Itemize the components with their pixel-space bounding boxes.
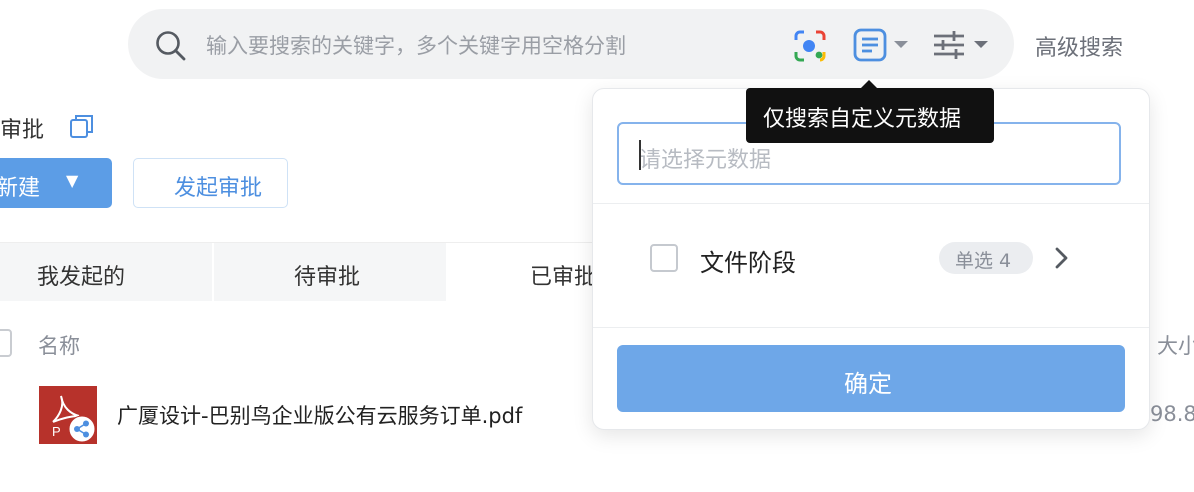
start-approval-label: 发起审批 <box>174 176 263 201</box>
file-stage-checkbox[interactable] <box>650 244 678 272</box>
image-search-icon[interactable] <box>792 28 828 64</box>
text-cursor <box>639 140 641 170</box>
divider <box>593 327 1149 328</box>
tab-initiated[interactable]: 我发起的 <box>0 243 212 301</box>
tooltip-text: 仅搜索自定义元数据 <box>763 107 962 132</box>
svg-text:P: P <box>52 424 61 439</box>
divider <box>593 203 1149 204</box>
pdf-file-icon: P <box>39 386 97 444</box>
new-button[interactable]: 新建 ▼ <box>0 158 112 208</box>
confirm-button[interactable]: 确定 <box>617 345 1125 412</box>
new-button-label: 新建 <box>0 176 41 201</box>
column-header-size[interactable]: 大小 <box>1157 330 1194 360</box>
search-icon <box>156 31 186 61</box>
tab-bar: 我发起的 待审批 已审批 <box>0 242 620 301</box>
tab-label: 已审批 <box>530 265 597 290</box>
advanced-search-link[interactable]: 高级搜索 <box>1035 30 1123 62</box>
start-approval-button[interactable]: 发起审批 <box>133 158 288 208</box>
file-stage-type-badge: 单选 4 <box>939 242 1033 274</box>
page-title: 审批 <box>0 118 45 143</box>
file-size: 98.8 <box>1150 402 1194 426</box>
search-input[interactable]: 输入要搜索的关键字，多个关键字用空格分割 <box>206 30 626 60</box>
filter-settings-icon[interactable] <box>932 27 992 63</box>
caret-down-icon: ▼ <box>66 171 79 190</box>
chevron-right-icon[interactable] <box>1053 246 1071 270</box>
copy-icon[interactable] <box>69 113 95 139</box>
file-name[interactable]: 广厦设计-巴别鸟企业版公有云服务订单.pdf <box>117 400 522 430</box>
column-header-name[interactable]: 名称 <box>38 330 80 360</box>
tab-label: 我发起的 <box>37 265 126 290</box>
tab-label: 待审批 <box>294 265 361 290</box>
badge-label: 单选 4 <box>955 250 1012 272</box>
file-stage-label[interactable]: 文件阶段 <box>700 243 796 278</box>
confirm-button-label: 确定 <box>844 370 892 398</box>
metadata-input-placeholder: 请选择元数据 <box>639 148 772 173</box>
tab-pending[interactable]: 待审批 <box>214 243 446 301</box>
select-all-checkbox[interactable] <box>0 329 12 357</box>
metadata-filter-icon[interactable] <box>852 27 912 63</box>
tooltip: 仅搜索自定义元数据 <box>746 88 994 143</box>
